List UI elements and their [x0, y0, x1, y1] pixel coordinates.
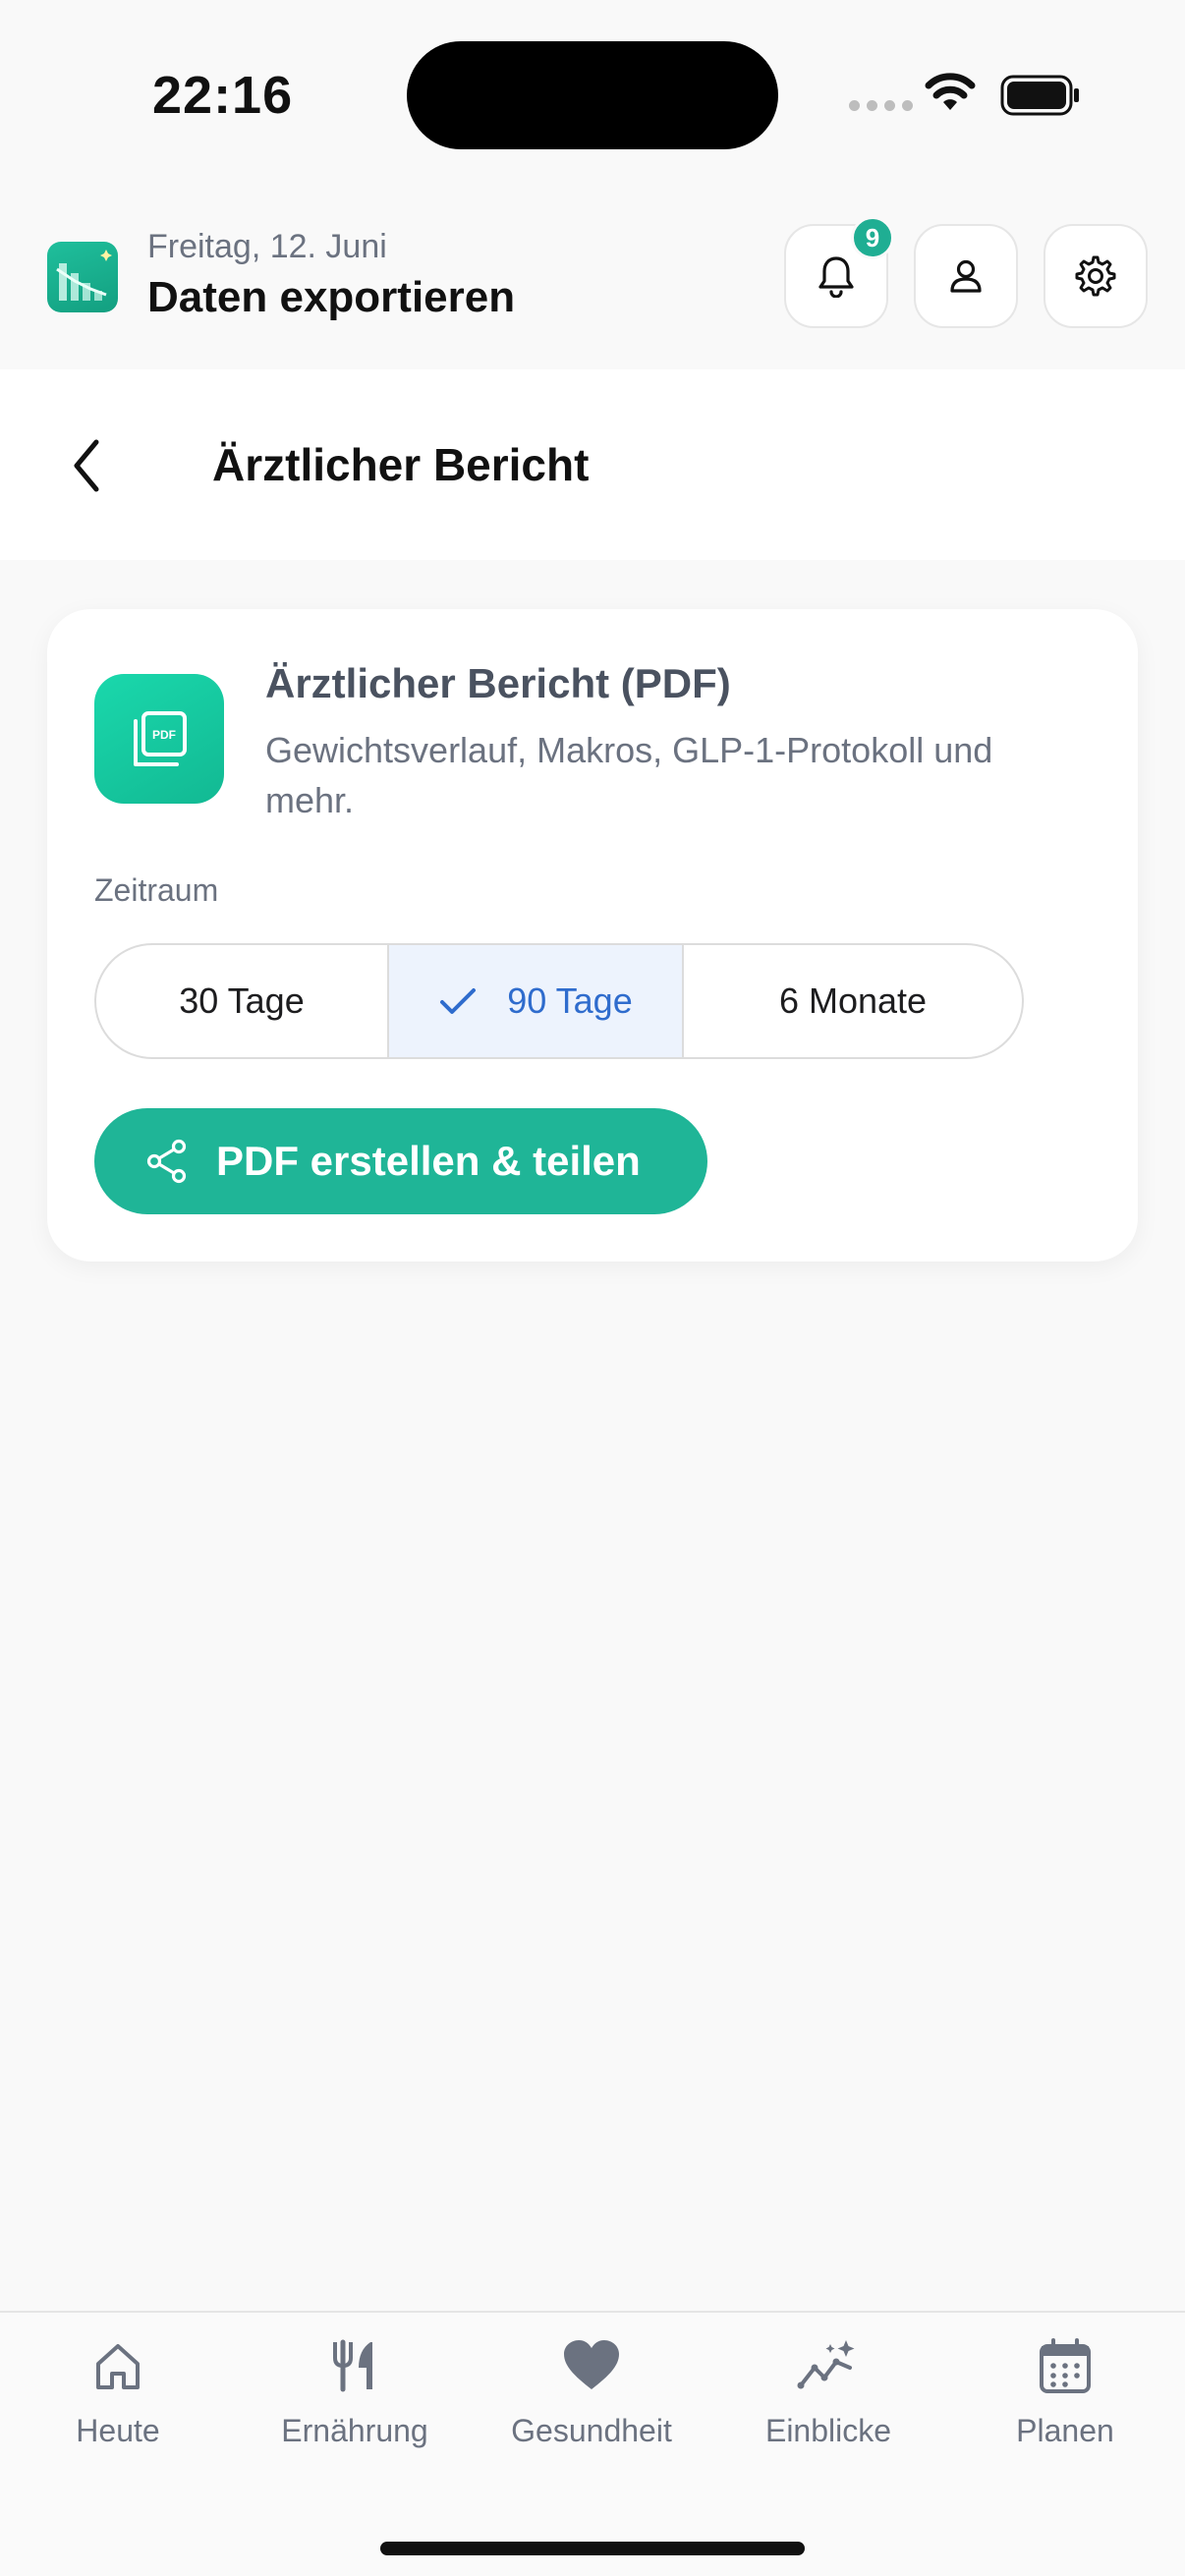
- settings-button[interactable]: [1044, 224, 1148, 328]
- tab-planen[interactable]: Planen: [947, 2338, 1183, 2449]
- create-share-pdf-label: PDF erstellen & teilen: [216, 1138, 641, 1184]
- tab-gesundheit[interactable]: Gesundheit: [474, 2338, 709, 2449]
- period-option-30-days[interactable]: 30 Tage: [96, 945, 387, 1057]
- card-title: Ärztlicher Bericht (PDF): [265, 660, 731, 706]
- calendar-icon: [1040, 2338, 1091, 2393]
- heart-icon: [564, 2340, 619, 2389]
- cellular-signal-icon: [849, 100, 913, 111]
- period-option-label: 6 Monate: [778, 980, 928, 1021]
- tab-label: Einblicke: [764, 2413, 892, 2448]
- chevron-left-icon: [74, 439, 99, 492]
- period-segmented-control: 30 Tage 90 Tage 6 Monate: [94, 943, 1024, 1059]
- create-share-pdf-button[interactable]: PDF erstellen & teilen: [94, 1108, 707, 1214]
- report-card: PDF Ärztlicher Bericht (PDF) Gewichtsver…: [47, 609, 1138, 1261]
- share-icon: [146, 1139, 187, 1184]
- gear-icon: [1075, 255, 1116, 297]
- period-option-label: 30 Tage: [179, 980, 305, 1021]
- sparkle-chart-icon: [797, 2340, 855, 2389]
- profile-button[interactable]: [914, 224, 1018, 328]
- dynamic-island: [407, 41, 778, 149]
- bottom-tab-bar: Heute Ernährung Gesundheit Einblicke Pla…: [0, 2311, 1185, 2576]
- card-description: Gewichtsverlauf, Makros, GLP-1-Protokoll…: [265, 730, 993, 820]
- tab-label: Ernährung: [281, 2413, 428, 2448]
- notification-badge: 9: [851, 216, 894, 259]
- tab-label: Heute: [76, 2413, 160, 2448]
- wifi-icon: [925, 73, 976, 110]
- tab-label: Gesundheit: [511, 2413, 672, 2448]
- tab-label: Planen: [1016, 2413, 1114, 2448]
- fork-knife-icon: [333, 2339, 372, 2392]
- period-label: Zeitraum: [94, 872, 219, 908]
- status-time: 22:16: [152, 66, 294, 125]
- bell-icon: [818, 256, 854, 298]
- home-indicator[interactable]: [380, 2542, 805, 2555]
- tab-einblicke[interactable]: Einblicke: [710, 2338, 946, 2449]
- page-title: Ärztlicher Bericht: [212, 439, 590, 490]
- header-date: Freitag, 12. Juni: [147, 228, 387, 265]
- notifications-button[interactable]: 9: [784, 216, 894, 328]
- home-icon: [96, 2344, 140, 2389]
- period-option-90-days[interactable]: 90 Tage: [387, 945, 682, 1057]
- user-icon: [950, 259, 982, 293]
- navigation-bar: Ärztlicher Bericht: [0, 369, 1185, 560]
- header-title: Daten exportieren: [147, 273, 516, 321]
- tab-ernaehrung[interactable]: Ernährung: [237, 2338, 473, 2449]
- period-option-6-months[interactable]: 6 Monate: [682, 945, 1022, 1057]
- app-header: Freitag, 12. Juni Daten exportieren 9: [0, 187, 1185, 369]
- svg-text:PDF: PDF: [152, 728, 176, 742]
- back-button[interactable]: [51, 430, 122, 501]
- tab-heute[interactable]: Heute: [0, 2338, 236, 2449]
- battery-icon: [1000, 75, 1079, 116]
- period-option-label: 90 Tage: [507, 980, 633, 1021]
- status-bar: 22:16: [0, 0, 1185, 187]
- checkmark-icon: [440, 988, 477, 1014]
- app-logo: [47, 242, 118, 312]
- pdf-document-icon: PDF: [94, 674, 224, 804]
